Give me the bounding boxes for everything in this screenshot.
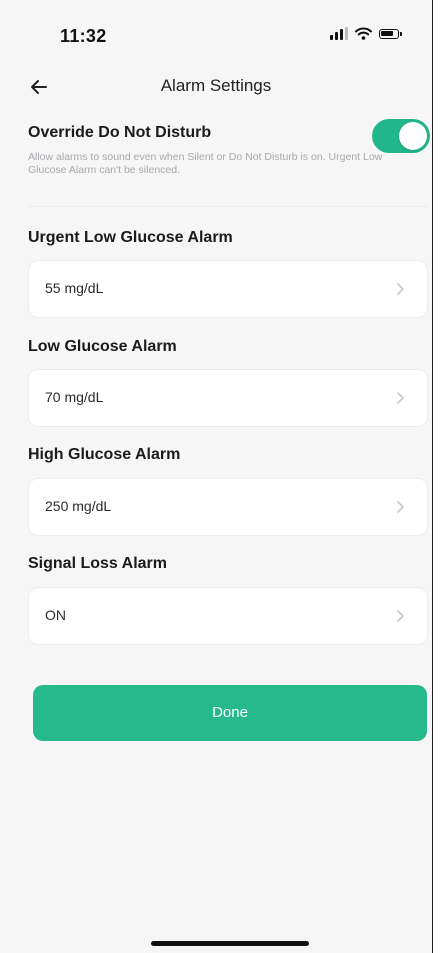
status-icons bbox=[330, 27, 402, 40]
low-alarm-value: 70 mg/dL bbox=[45, 389, 104, 405]
chevron-right-icon bbox=[397, 283, 404, 295]
wifi-icon bbox=[355, 27, 372, 40]
battery-icon bbox=[379, 28, 402, 39]
low-alarm-row[interactable]: 70 mg/dL bbox=[28, 369, 428, 427]
high-alarm-row[interactable]: 250 mg/dL bbox=[28, 478, 428, 536]
done-button-label: Done bbox=[212, 704, 248, 721]
app-screen: 11:32 Alarm Settings Override Do Not Dis… bbox=[0, 0, 433, 953]
page-title: Alarm Settings bbox=[160, 76, 272, 95]
signal-loss-alarm-row[interactable]: ON bbox=[28, 587, 428, 645]
signal-loss-alarm-value: ON bbox=[45, 607, 66, 623]
low-alarm-title: Low Glucose Alarm bbox=[28, 338, 177, 355]
chevron-right-icon bbox=[397, 610, 404, 622]
signal-loss-alarm-title: Signal Loss Alarm bbox=[28, 555, 167, 572]
urgent-low-alarm-title: Urgent Low Glucose Alarm bbox=[28, 229, 233, 246]
navigation-bar: Alarm Settings bbox=[0, 66, 432, 108]
home-indicator[interactable] bbox=[151, 941, 309, 946]
divider bbox=[28, 206, 428, 207]
status-bar: 11:32 bbox=[0, 0, 432, 60]
high-alarm-value: 250 mg/dL bbox=[45, 498, 112, 514]
chevron-right-icon bbox=[397, 501, 404, 513]
done-button[interactable]: Done bbox=[33, 685, 427, 741]
chevron-right-icon bbox=[397, 392, 404, 404]
override-dnd-section: Override Do Not Disturb Allow alarms to … bbox=[28, 119, 430, 177]
toggle-knob bbox=[399, 122, 427, 150]
urgent-low-alarm-row[interactable]: 55 mg/dL bbox=[28, 260, 428, 318]
status-time: 11:32 bbox=[60, 26, 107, 46]
urgent-low-alarm-value: 55 mg/dL bbox=[45, 280, 104, 296]
override-dnd-title: Override Do Not Disturb bbox=[28, 124, 212, 141]
cellular-signal-icon bbox=[330, 27, 348, 40]
high-alarm-title: High Glucose Alarm bbox=[28, 446, 181, 463]
override-dnd-toggle[interactable] bbox=[372, 119, 430, 153]
override-dnd-description: Allow alarms to sound even when Silent o… bbox=[28, 151, 383, 176]
